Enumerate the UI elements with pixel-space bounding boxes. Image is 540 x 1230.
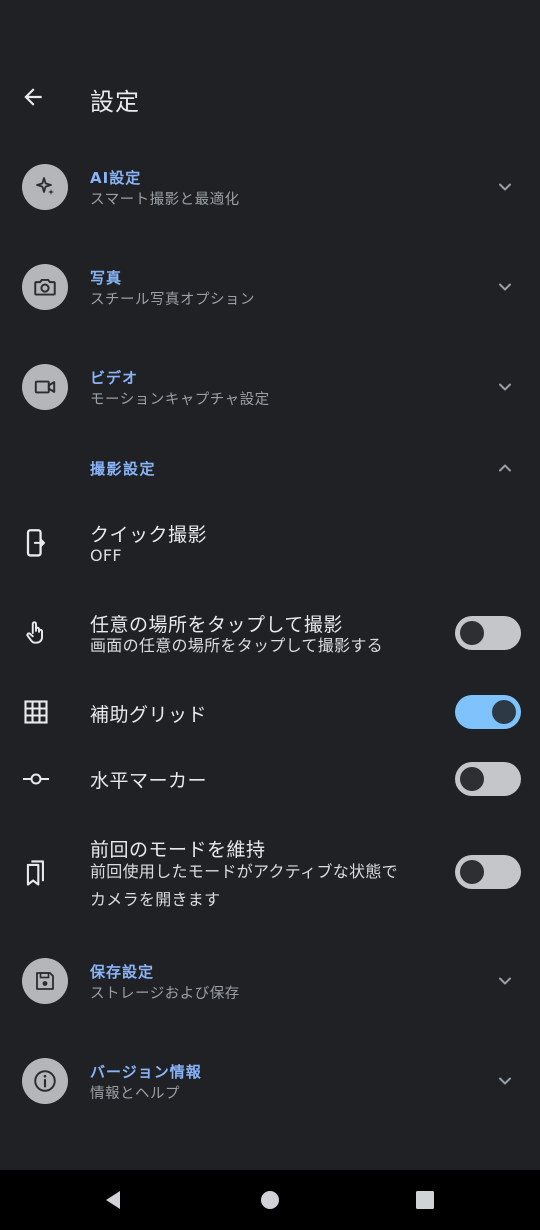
setting-quick-shot[interactable]: クイック撮影 OFF	[0, 508, 540, 580]
section-shooting-settings[interactable]: 撮影設定	[0, 448, 540, 488]
tap-to-shoot-toggle[interactable]	[455, 616, 521, 650]
category-subtitle: スマート撮影と最適化	[90, 192, 240, 208]
bookmarks-icon	[18, 855, 54, 891]
chevron-down-icon	[492, 1068, 518, 1094]
page-title: 設定	[90, 88, 140, 116]
sparkle-icon	[22, 164, 68, 210]
category-title: 保存設定	[90, 963, 155, 981]
chevron-down-icon	[492, 274, 518, 300]
system-nav-bar	[0, 1170, 540, 1230]
chevron-down-icon	[492, 968, 518, 994]
level-marker-toggle[interactable]	[455, 762, 521, 796]
category-subtitle: スチール写真オプション	[90, 292, 255, 308]
category-storage[interactable]: 保存設定 ストレージおよび保存	[0, 946, 540, 1016]
setting-value: OFF	[90, 546, 122, 565]
chevron-up-icon	[492, 455, 518, 481]
category-video[interactable]: ビデオ モーションキャプチャ設定	[0, 352, 540, 422]
setting-subtitle: 画面の任意の場所をタップして撮影する	[90, 636, 383, 655]
toggle-knob	[460, 767, 484, 791]
chevron-down-icon	[492, 174, 518, 200]
info-icon	[22, 1058, 68, 1104]
nav-recents-button[interactable]	[409, 1184, 441, 1216]
square-recents-icon	[416, 1191, 434, 1209]
app-bar: 設定	[0, 70, 540, 126]
category-title: AI設定	[90, 169, 142, 187]
nav-home-button[interactable]	[254, 1184, 286, 1216]
toggle-knob	[460, 621, 484, 645]
level-icon	[18, 761, 54, 797]
camera-icon	[22, 264, 68, 310]
setting-keep-mode[interactable]: 前回のモードを維持 前回使用したモードがアクティブな状態で カメラを開きます	[0, 825, 540, 920]
category-photo[interactable]: 写真 スチール写真オプション	[0, 252, 540, 322]
arrow-back-icon	[24, 88, 42, 106]
category-title: 写真	[90, 269, 123, 287]
toggle-knob	[460, 860, 484, 884]
grid-toggle[interactable]	[455, 695, 521, 729]
quick-shot-icon	[18, 526, 54, 562]
category-subtitle: モーションキャプチャ設定	[90, 392, 270, 408]
setting-title: 水平マーカー	[90, 770, 208, 792]
category-title: バージョン情報	[90, 1063, 202, 1081]
back-button[interactable]	[14, 78, 52, 116]
grid-icon	[18, 694, 54, 730]
setting-subtitle-line1: 前回使用したモードがアクティブな状態で	[90, 862, 398, 881]
category-subtitle: ストレージおよび保存	[90, 986, 240, 1002]
circle-home-icon	[261, 1191, 279, 1209]
keep-mode-toggle[interactable]	[455, 855, 521, 889]
section-title: 撮影設定	[90, 460, 157, 478]
chevron-down-icon	[492, 374, 518, 400]
toggle-knob	[492, 700, 516, 724]
setting-level-marker[interactable]: 水平マーカー	[0, 756, 540, 802]
setting-title: 補助グリッド	[90, 704, 208, 726]
settings-screen: 設定 AI設定 スマート撮影と最適化 写真 スチール写真オプション ビデオ モー…	[0, 0, 540, 1230]
category-subtitle: 情報とヘルプ	[90, 1086, 180, 1102]
setting-grid[interactable]: 補助グリッド	[0, 690, 540, 736]
save-icon	[22, 958, 68, 1004]
touch-icon	[18, 615, 54, 651]
category-title: ビデオ	[90, 369, 139, 387]
category-about[interactable]: バージョン情報 情報とヘルプ	[0, 1046, 540, 1116]
setting-tap-to-shoot[interactable]: 任意の場所をタップして撮影 画面の任意の場所をタップして撮影する	[0, 600, 540, 670]
nav-back-button[interactable]	[97, 1184, 129, 1216]
setting-subtitle-line2: カメラを開きます	[90, 890, 221, 909]
triangle-back-icon	[106, 1191, 120, 1209]
category-ai-settings[interactable]: AI設定 スマート撮影と最適化	[0, 152, 540, 222]
video-icon	[22, 364, 68, 410]
